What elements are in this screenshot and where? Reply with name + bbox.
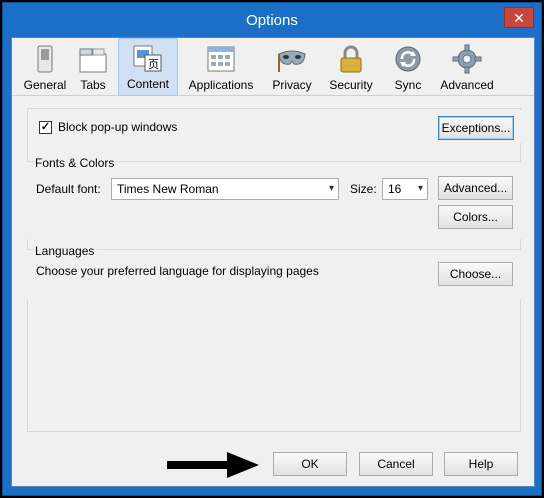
tab-content-label: Content xyxy=(126,77,170,91)
chevron-down-icon: ▾ xyxy=(417,183,423,194)
font-size-select[interactable]: 16 ▾ xyxy=(382,178,428,200)
default-font-select[interactable]: Times New Roman ▾ xyxy=(111,178,339,200)
tab-applications[interactable]: Applications xyxy=(178,38,264,96)
languages-group-title: Languages xyxy=(35,244,98,258)
mask-icon xyxy=(277,44,307,74)
dialog-client: General Tabs 页 Content Applications Priv… xyxy=(11,37,535,487)
tab-sync[interactable]: Sync xyxy=(382,38,434,96)
tab-tabs-label: Tabs xyxy=(80,78,106,92)
tab-privacy[interactable]: Privacy xyxy=(264,38,320,96)
svg-text:页: 页 xyxy=(148,58,159,71)
size-label: Size: xyxy=(350,182,377,196)
languages-description: Choose your preferred language for displ… xyxy=(36,264,319,278)
tab-tabs[interactable]: Tabs xyxy=(68,38,118,96)
block-popups-label: Block pop-up windows xyxy=(58,120,178,134)
window-title: Options xyxy=(246,12,298,29)
gear-icon xyxy=(452,44,482,74)
popup-group: ✓ Block pop-up windows Exceptions... xyxy=(29,110,521,143)
tab-general-label: General xyxy=(23,78,67,92)
advanced-fonts-button[interactable]: Advanced... xyxy=(438,176,513,200)
tab-security[interactable]: Security xyxy=(320,38,382,96)
options-window: Options ✕ General Tabs 页 Content Applica… xyxy=(2,2,542,496)
block-popups-checkbox[interactable]: ✓ xyxy=(39,121,52,134)
tab-security-label: Security xyxy=(329,78,373,92)
sync-icon xyxy=(393,44,423,74)
help-button[interactable]: Help xyxy=(444,452,518,476)
switch-icon xyxy=(30,44,60,74)
close-button[interactable]: ✕ xyxy=(504,7,534,28)
exceptions-button[interactable]: Exceptions... xyxy=(438,116,514,140)
category-toolbar: General Tabs 页 Content Applications Priv… xyxy=(12,38,534,96)
colors-button[interactable]: Colors... xyxy=(438,205,513,229)
tabs-icon xyxy=(78,44,108,74)
default-font-value: Times New Roman xyxy=(117,182,219,196)
fonts-group-title: Fonts & Colors xyxy=(35,156,118,170)
tab-privacy-label: Privacy xyxy=(272,78,312,92)
lock-icon xyxy=(336,44,366,74)
tab-applications-label: Applications xyxy=(188,78,254,92)
tab-content[interactable]: 页 Content xyxy=(118,38,178,96)
ok-button[interactable]: OK xyxy=(273,452,347,476)
cancel-button[interactable]: Cancel xyxy=(359,452,433,476)
tab-general[interactable]: General xyxy=(22,38,68,96)
languages-group: Languages Choose your preferred language… xyxy=(27,244,521,299)
chevron-down-icon: ▾ xyxy=(328,183,334,194)
content-pane: ✓ Block pop-up windows Exceptions... Fon… xyxy=(27,108,521,432)
default-font-label: Default font: xyxy=(36,182,101,196)
choose-language-button[interactable]: Choose... xyxy=(438,262,513,286)
font-size-value: 16 xyxy=(388,182,402,196)
applications-icon xyxy=(206,44,236,74)
arrow-pointer-icon xyxy=(167,452,259,478)
tab-advanced[interactable]: Advanced xyxy=(434,38,500,96)
content-icon: 页 xyxy=(133,43,163,73)
tab-advanced-label: Advanced xyxy=(440,78,494,92)
fonts-group: Fonts & Colors Default font: Times New R… xyxy=(27,156,521,239)
tab-sync-label: Sync xyxy=(394,78,422,92)
